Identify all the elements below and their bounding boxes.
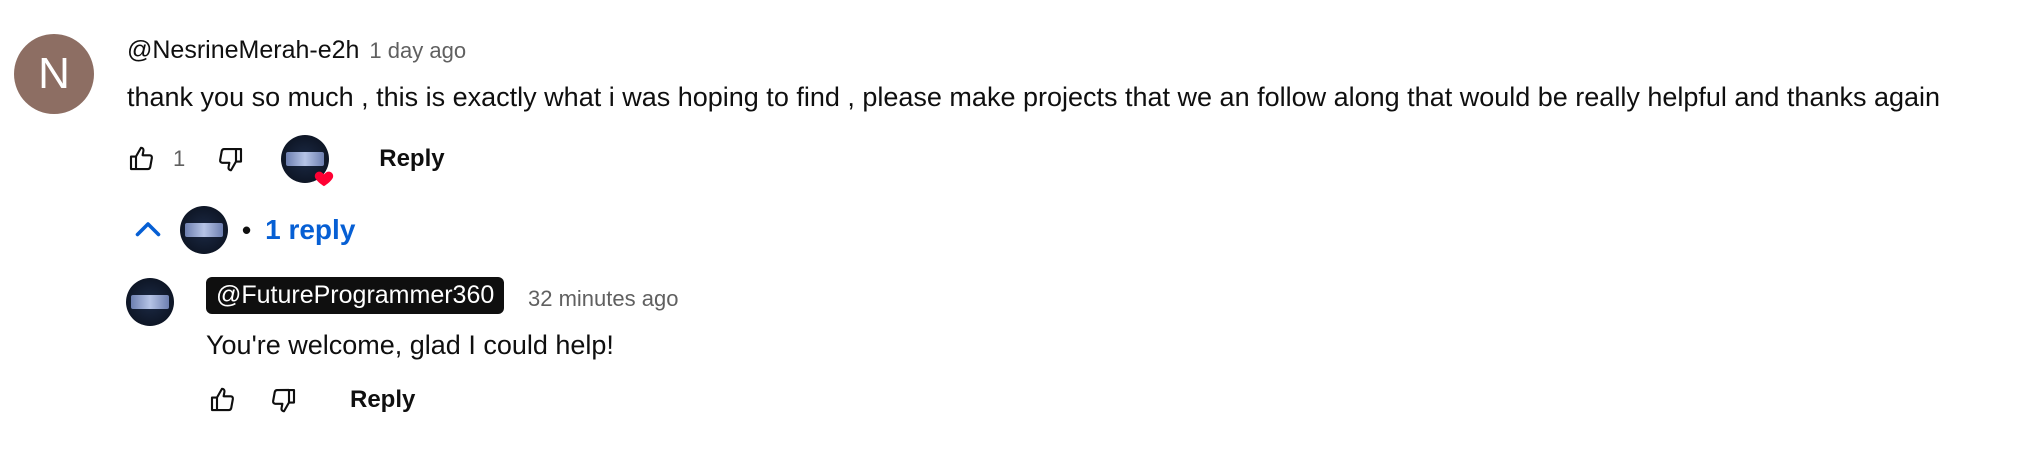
reply-author-avatar-small xyxy=(180,206,228,254)
comment-actions: 1 Reply xyxy=(121,135,445,187)
reply-button[interactable]: Reply xyxy=(350,386,415,414)
thumb-up-icon xyxy=(210,387,234,412)
thumb-down-icon xyxy=(272,388,296,413)
replies-toggle[interactable]: • 1 reply xyxy=(130,206,355,254)
reply-button[interactable]: Reply xyxy=(379,145,444,173)
creator-avatar xyxy=(126,278,174,326)
thumb-down-icon xyxy=(219,147,243,172)
channel-logo xyxy=(130,295,170,309)
channel-logo xyxy=(184,223,224,237)
avatar[interactable]: N xyxy=(14,34,94,114)
creator-heart xyxy=(281,135,334,187)
like-button[interactable] xyxy=(121,139,161,179)
chevron-up-icon xyxy=(135,222,161,237)
comment-timestamp[interactable]: 1 day ago xyxy=(369,38,466,64)
avatar-letter: N xyxy=(38,49,70,98)
thumb-up-icon xyxy=(129,146,153,171)
comment-header: @NesrineMerah-e2h 1 day ago xyxy=(127,36,466,65)
reply-text: You're welcome, glad I could help! xyxy=(206,330,614,360)
dislike-button[interactable] xyxy=(264,380,304,420)
reply-timestamp[interactable]: 32 minutes ago xyxy=(528,286,678,312)
reply-avatar[interactable] xyxy=(126,278,174,326)
separator-dot: • xyxy=(242,214,252,245)
heart-icon xyxy=(315,171,334,187)
dislike-button[interactable] xyxy=(211,139,251,179)
like-count: 1 xyxy=(173,146,186,171)
reply-actions: Reply xyxy=(202,380,415,420)
replies-count-label: 1 reply xyxy=(265,214,356,245)
channel-logo xyxy=(286,152,325,166)
reply-author-handle[interactable]: @FutureProgrammer360 xyxy=(206,277,505,314)
comment-author-handle[interactable]: @NesrineMerah-e2h xyxy=(127,36,359,65)
comment-text: thank you so much , this is exactly what… xyxy=(127,82,1941,112)
like-button[interactable] xyxy=(202,380,242,420)
